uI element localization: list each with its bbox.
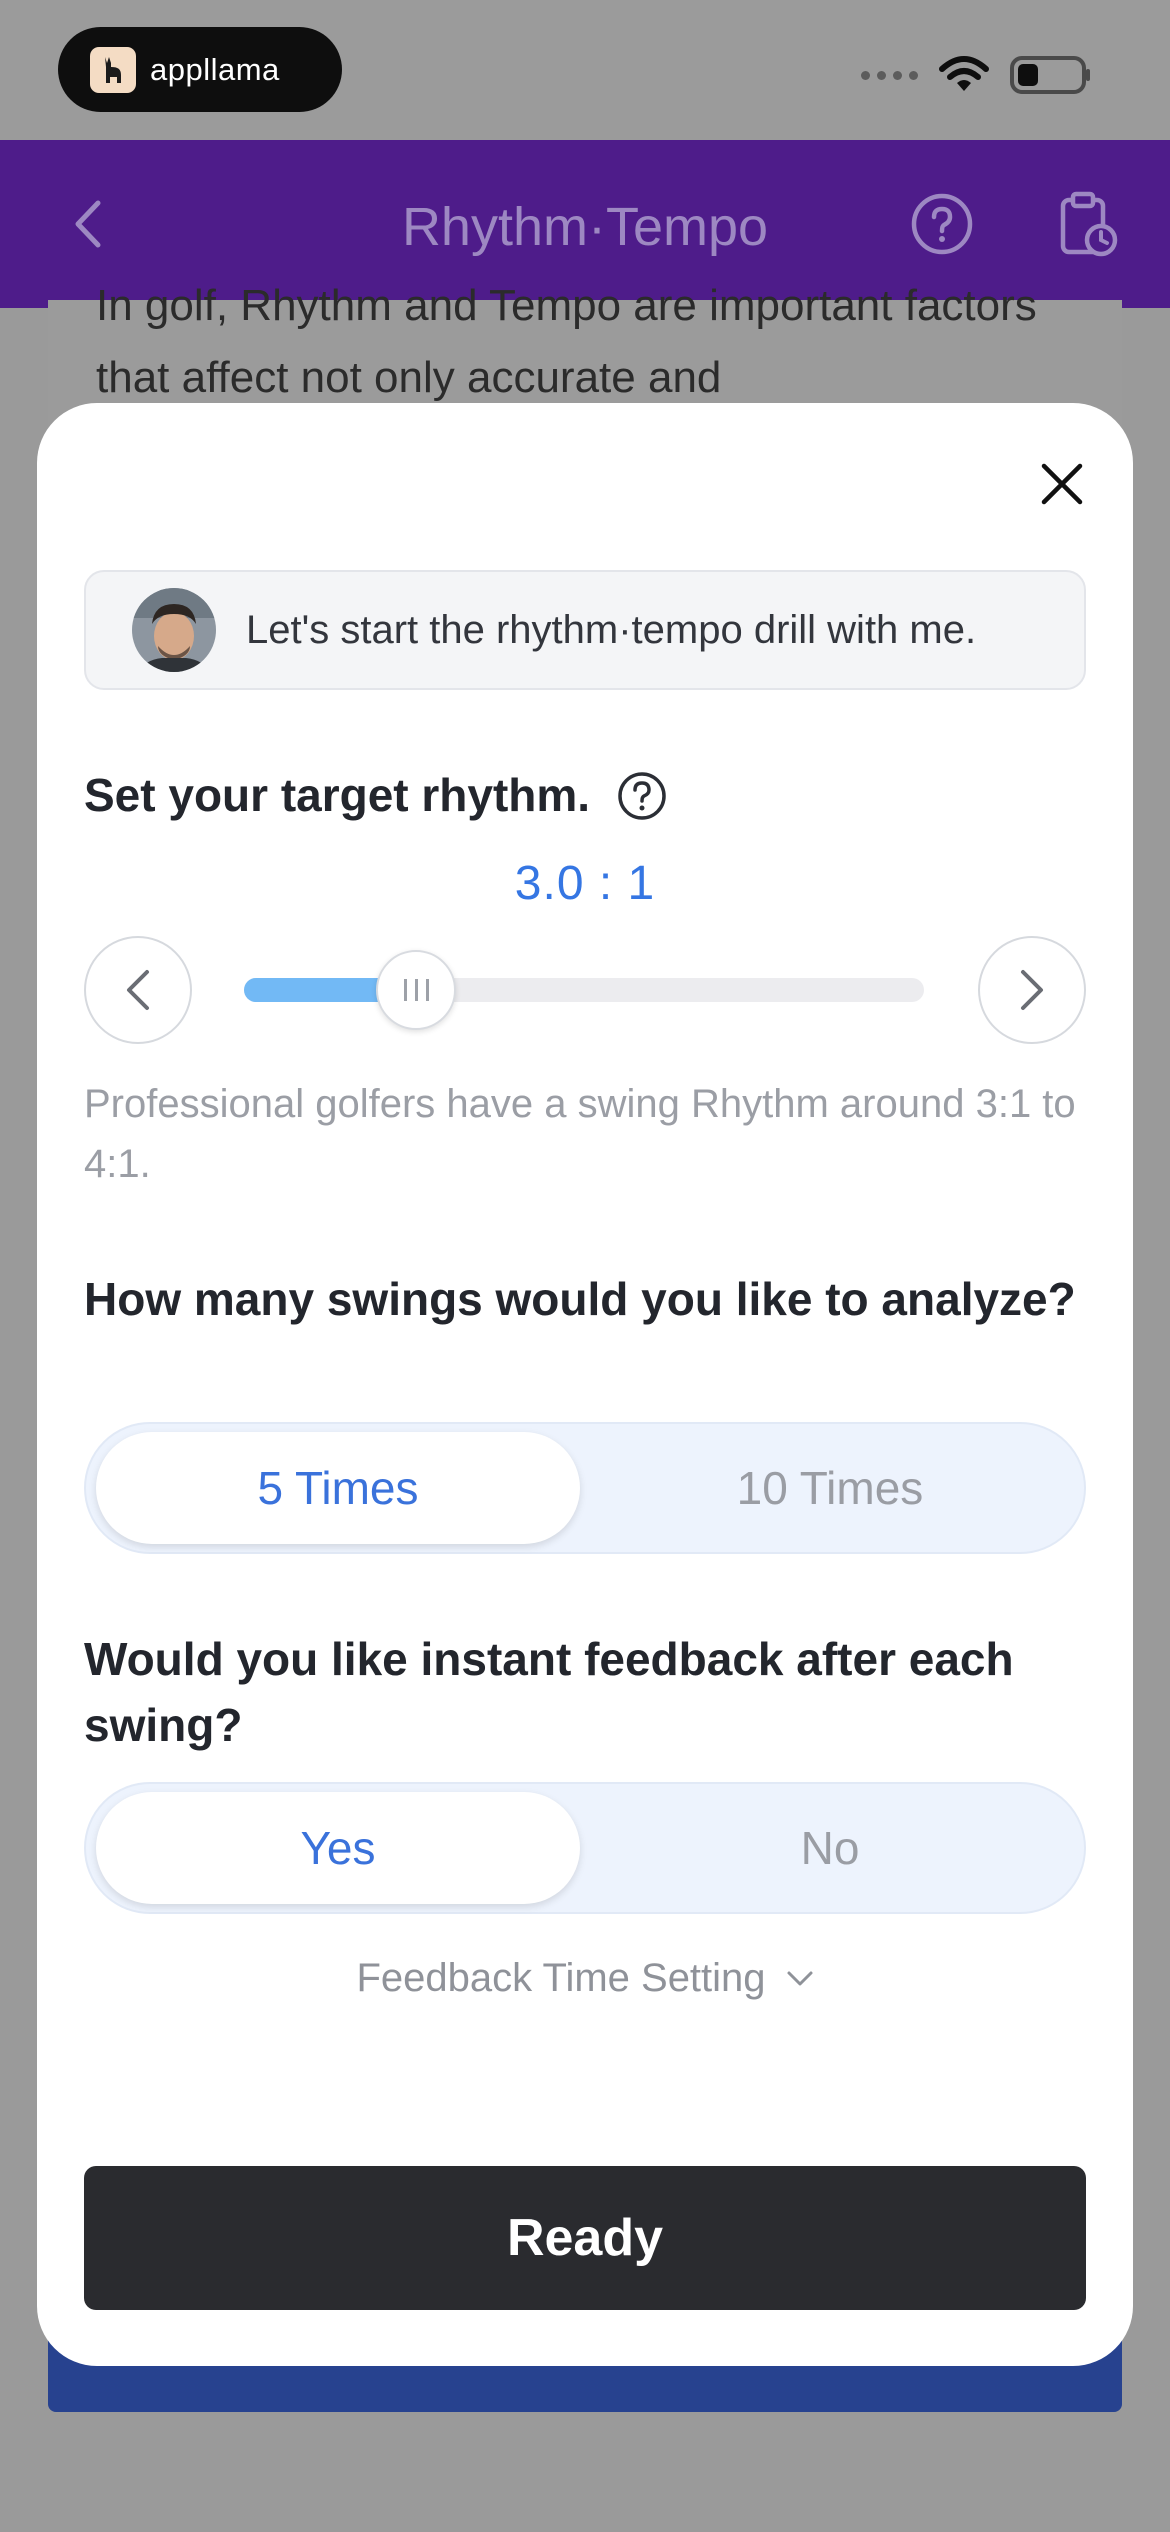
rhythm-decrease-button[interactable]	[84, 936, 192, 1044]
question-circle-icon	[911, 193, 973, 255]
help-button[interactable]	[910, 192, 974, 256]
chevron-left-icon	[127, 970, 149, 1010]
rhythm-slider-fill	[244, 978, 397, 1002]
rhythm-increase-button[interactable]	[978, 936, 1086, 1044]
rhythm-hint: Professional golfers have a swing Rhythm…	[84, 1082, 1076, 1186]
clipboard-clock-icon	[1060, 191, 1118, 257]
rhythm-value: 3.0 : 1	[514, 857, 656, 910]
brand-pill: appllama	[58, 27, 342, 112]
drill-setup-sheet	[37, 403, 1133, 2366]
coach-banner: Let's start the rhythm·tempo drill with …	[84, 570, 1086, 690]
background-paragraph: In golf, Rhythm and Tempo are important …	[96, 281, 1037, 402]
ready-button[interactable]: Ready	[84, 2166, 1086, 2310]
close-icon	[1041, 463, 1083, 505]
feedback-time-setting[interactable]: Feedback Time Setting	[0, 1956, 1170, 2001]
feedback-title: Would you like instant feedback after ea…	[84, 1633, 1014, 1751]
cellular-signal-icon	[861, 70, 918, 80]
status-bar: appllama	[0, 0, 1170, 140]
wifi-icon	[939, 56, 989, 91]
feedback-segmented-control: Yes No	[84, 1782, 1086, 1914]
status-indicators	[861, 55, 1092, 95]
battery-icon	[1010, 56, 1090, 94]
close-button[interactable]	[1040, 462, 1084, 506]
rhythm-title: Set your target rhythm.	[84, 769, 591, 821]
swings-option-5[interactable]: 5 Times	[96, 1432, 580, 1544]
rhythm-slider-thumb[interactable]	[376, 950, 457, 1030]
rhythm-slider[interactable]	[244, 978, 924, 1002]
swings-segmented-control: 5 Times 10 Times	[84, 1422, 1086, 1554]
swings-option-10[interactable]: 10 Times	[588, 1432, 1072, 1544]
chevron-down-icon	[787, 1971, 813, 1985]
avatar	[132, 588, 216, 672]
rhythm-help-button[interactable]	[616, 770, 668, 822]
question-circle-icon	[618, 772, 666, 820]
llama-logo-icon	[90, 46, 136, 93]
swings-title: How many swings would you like to analyz…	[84, 1273, 1076, 1325]
brand-name: appllama	[150, 51, 280, 87]
coach-message: Let's start the rhythm·tempo drill with …	[246, 607, 977, 652]
page-title: Rhythm·Tempo	[401, 197, 769, 257]
chevron-right-icon	[1021, 970, 1043, 1010]
feedback-option-no[interactable]: No	[588, 1792, 1072, 1904]
feedback-time-setting-label: Feedback Time Setting	[356, 1956, 766, 2000]
history-button[interactable]	[1055, 190, 1119, 258]
feedback-option-yes[interactable]: Yes	[96, 1792, 580, 1904]
